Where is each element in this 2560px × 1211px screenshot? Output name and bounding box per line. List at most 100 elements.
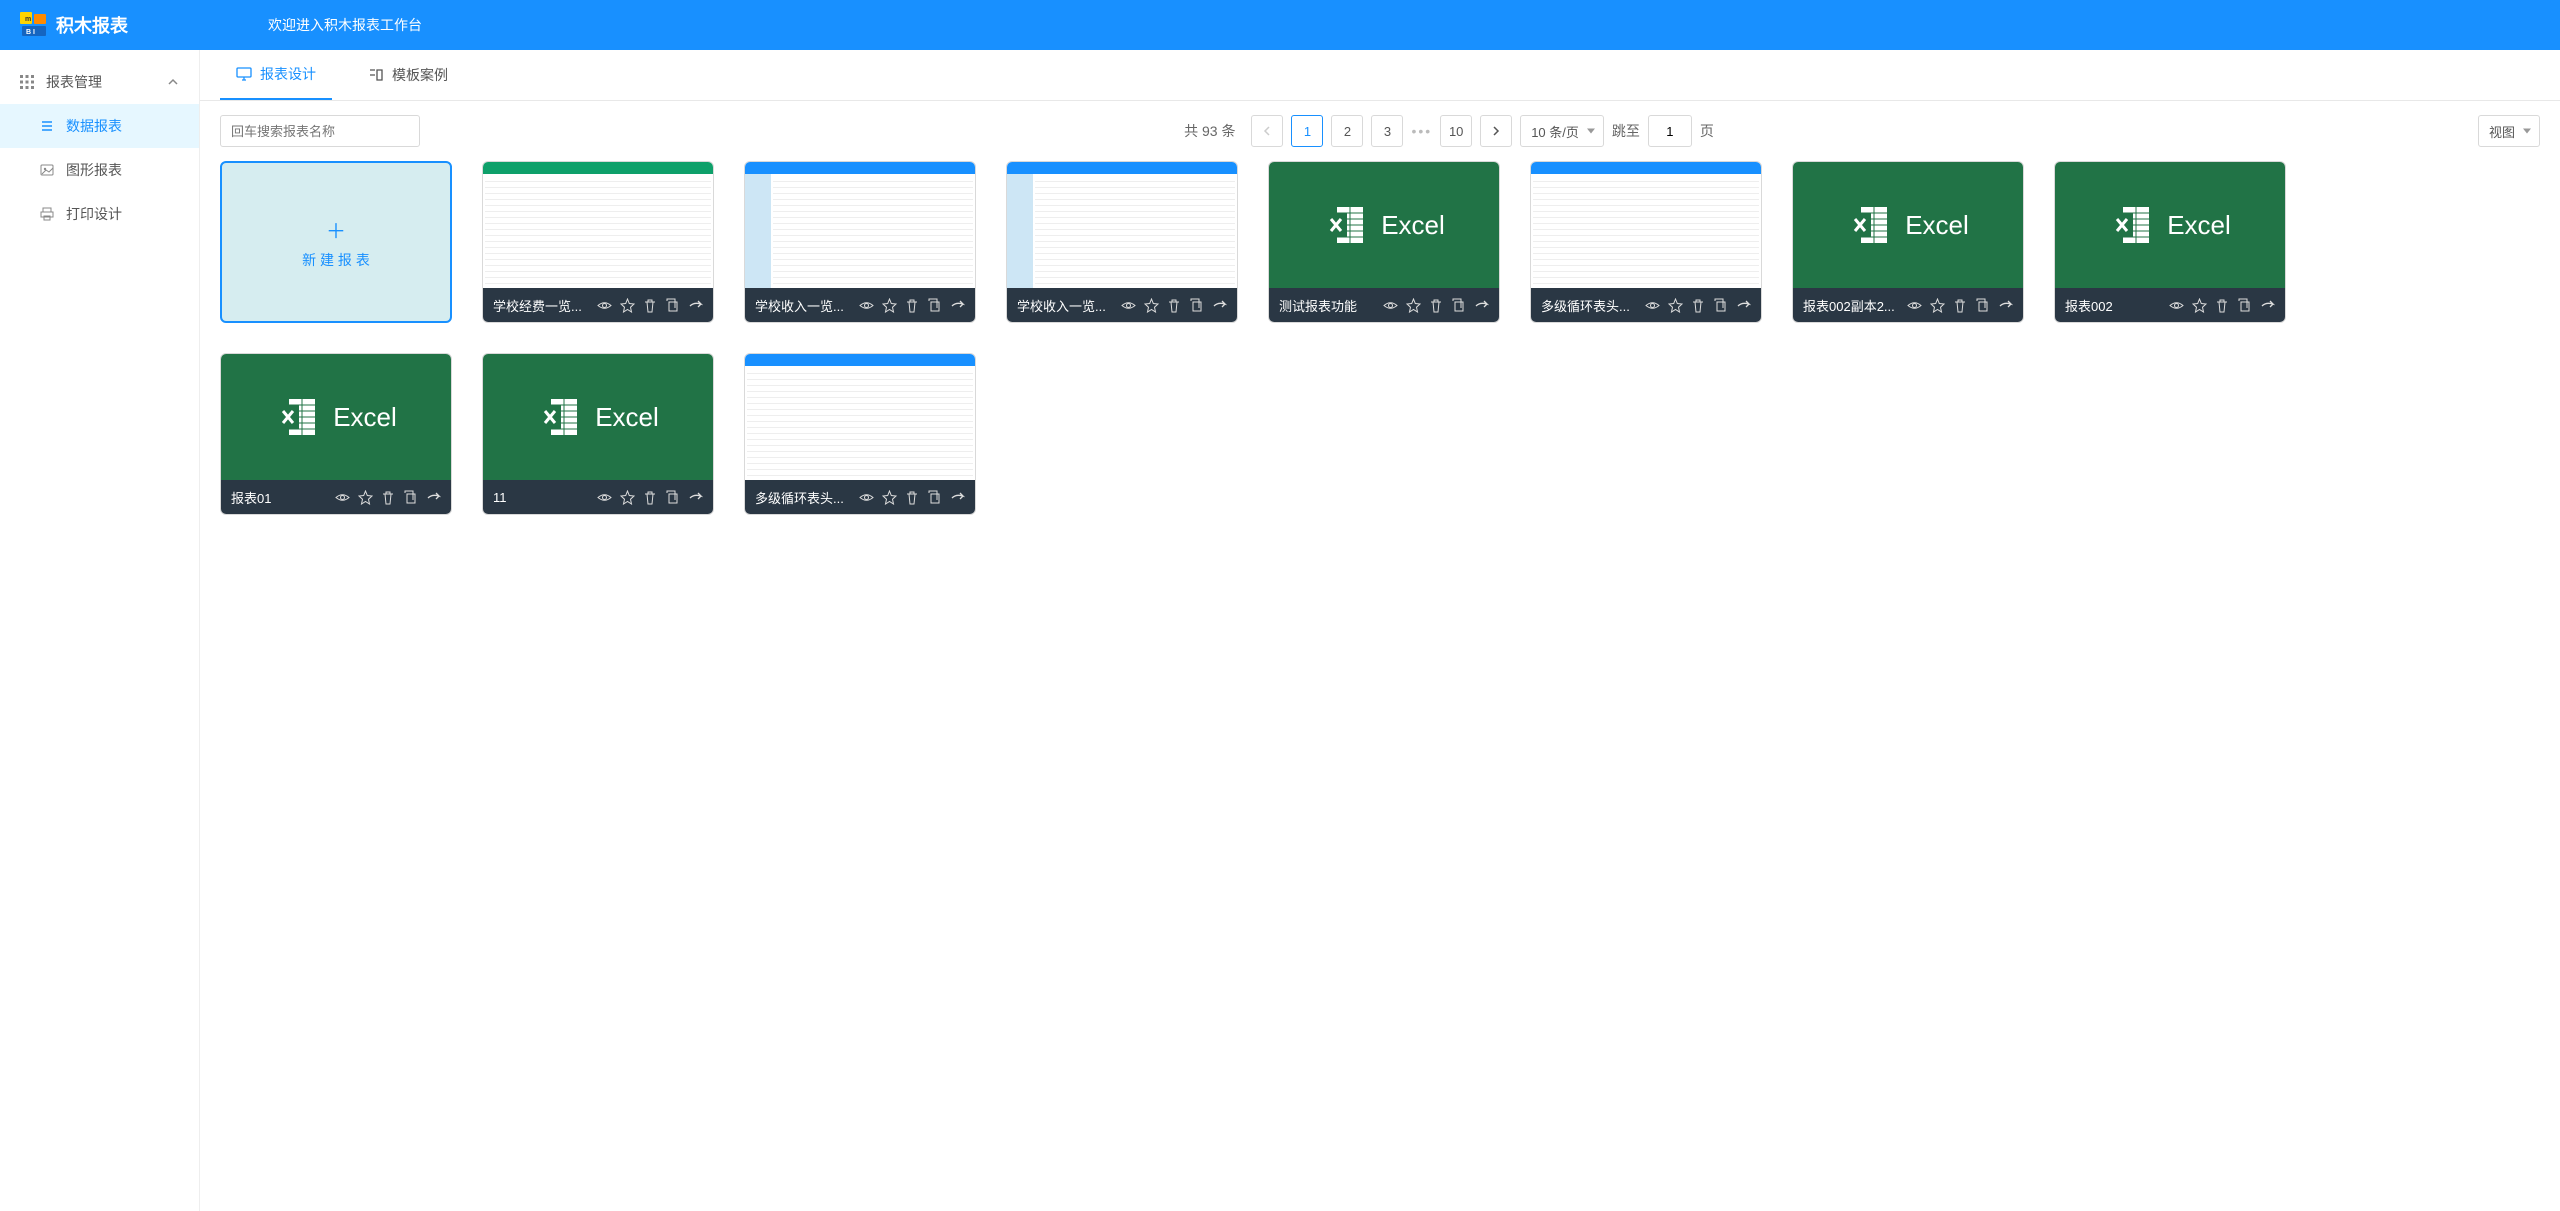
preview-icon[interactable] <box>1121 298 1136 313</box>
share-icon[interactable] <box>688 298 703 313</box>
page-size-select[interactable]: 10 条/页 <box>1520 115 1604 147</box>
sidebar-item-label: 图形报表 <box>66 160 122 180</box>
star-icon[interactable] <box>620 298 635 313</box>
delete-icon[interactable] <box>2215 298 2229 313</box>
card-thumbnail <box>745 354 975 480</box>
search-input[interactable] <box>220 115 420 147</box>
copy-icon[interactable] <box>665 490 680 505</box>
preview-icon[interactable] <box>335 490 350 505</box>
copy-icon[interactable] <box>665 298 680 313</box>
delete-icon[interactable] <box>1167 298 1181 313</box>
preview-icon[interactable] <box>597 298 612 313</box>
pager-prev[interactable] <box>1251 115 1283 147</box>
copy-icon[interactable] <box>1713 298 1728 313</box>
logo-icon: mB I <box>20 12 50 38</box>
star-icon[interactable] <box>358 490 373 505</box>
card-title: 报表002副本2... <box>1803 296 1907 315</box>
preview-icon[interactable] <box>1383 298 1398 313</box>
card-thumbnail: Excel <box>221 354 451 480</box>
pager-page-1[interactable]: 1 <box>1291 115 1323 147</box>
preview-icon[interactable] <box>1645 298 1660 313</box>
sidebar-item-data-report[interactable]: 数据报表 <box>0 104 199 148</box>
apps-icon <box>20 75 34 89</box>
preview-icon[interactable] <box>2169 298 2184 313</box>
pager-ellipsis: ••• <box>1411 123 1432 139</box>
sidebar-section-reports[interactable]: 报表管理 <box>0 60 199 104</box>
report-card[interactable]: 多级循环表头... <box>1530 161 1762 323</box>
delete-icon[interactable] <box>1429 298 1443 313</box>
report-card[interactable]: Excel 报表01 <box>220 353 452 515</box>
delete-icon[interactable] <box>1953 298 1967 313</box>
share-icon[interactable] <box>688 490 703 505</box>
copy-icon[interactable] <box>1189 298 1204 313</box>
view-select[interactable]: 视图 <box>2478 115 2540 147</box>
plus-icon: ＋ <box>326 215 346 244</box>
sidebar-item-chart-report[interactable]: 图形报表 <box>0 148 199 192</box>
preview-icon[interactable] <box>859 298 874 313</box>
image-icon <box>40 163 54 177</box>
preview-icon[interactable] <box>859 490 874 505</box>
pager-page-2[interactable]: 2 <box>1331 115 1363 147</box>
report-card[interactable]: 学校收入一览... <box>744 161 976 323</box>
report-card[interactable]: 学校经费一览... <box>482 161 714 323</box>
tab-template-examples[interactable]: 模板案例 <box>352 50 464 100</box>
card-thumbnail <box>483 162 713 288</box>
sidebar: 报表管理 数据报表 图形报表 打印设计 <box>0 50 200 1211</box>
copy-icon[interactable] <box>1975 298 1990 313</box>
card-thumbnail: Excel <box>2055 162 2285 288</box>
star-icon[interactable] <box>1406 298 1421 313</box>
pager-page-3[interactable]: 3 <box>1371 115 1403 147</box>
delete-icon[interactable] <box>1691 298 1705 313</box>
copy-icon[interactable] <box>1451 298 1466 313</box>
copy-icon[interactable] <box>403 490 418 505</box>
copy-icon[interactable] <box>927 298 942 313</box>
share-icon[interactable] <box>950 298 965 313</box>
card-footer: 11 <box>483 480 713 514</box>
jump-page-input[interactable] <box>1648 115 1692 147</box>
preview-icon[interactable] <box>597 490 612 505</box>
report-card[interactable]: Excel测试报表功能 <box>1268 161 1500 323</box>
pager-next[interactable] <box>1480 115 1512 147</box>
delete-icon[interactable] <box>643 298 657 313</box>
star-icon[interactable] <box>1668 298 1683 313</box>
share-icon[interactable] <box>426 490 441 505</box>
card-footer: 学校收入一览... <box>1007 288 1237 322</box>
delete-icon[interactable] <box>381 490 395 505</box>
share-icon[interactable] <box>950 490 965 505</box>
star-icon[interactable] <box>882 298 897 313</box>
new-report-card[interactable]: ＋ 新 建 报 表 <box>220 161 452 323</box>
preview-icon[interactable] <box>1907 298 1922 313</box>
share-icon[interactable] <box>1736 298 1751 313</box>
report-card[interactable]: 多级循环表头... <box>744 353 976 515</box>
report-card[interactable]: 学校收入一览... <box>1006 161 1238 323</box>
jump-suffix: 页 <box>1700 121 1714 141</box>
star-icon[interactable] <box>620 490 635 505</box>
sidebar-item-print-design[interactable]: 打印设计 <box>0 192 199 236</box>
report-card[interactable]: Excel11 <box>482 353 714 515</box>
card-title: 学校收入一览... <box>755 296 859 315</box>
pagination: 共 93 条 1 2 3 ••• 10 10 条/页 跳至 页 <box>1184 115 1714 147</box>
report-card[interactable]: Excel报表002 <box>2054 161 2286 323</box>
new-report-label: 新 建 报 表 <box>302 250 370 270</box>
delete-icon[interactable] <box>905 298 919 313</box>
tab-report-design[interactable]: 报表设计 <box>220 50 332 100</box>
card-thumbnail <box>745 162 975 288</box>
share-icon[interactable] <box>2260 298 2275 313</box>
sidebar-item-label: 数据报表 <box>66 116 122 136</box>
share-icon[interactable] <box>1998 298 2013 313</box>
copy-icon[interactable] <box>927 490 942 505</box>
share-icon[interactable] <box>1474 298 1489 313</box>
star-icon[interactable] <box>1144 298 1159 313</box>
card-title: 多级循环表头... <box>1541 296 1645 315</box>
star-icon[interactable] <box>2192 298 2207 313</box>
card-footer: 报表002 <box>2055 288 2285 322</box>
pager-page-last[interactable]: 10 <box>1440 115 1472 147</box>
star-icon[interactable] <box>882 490 897 505</box>
share-icon[interactable] <box>1212 298 1227 313</box>
delete-icon[interactable] <box>643 490 657 505</box>
copy-icon[interactable] <box>2237 298 2252 313</box>
delete-icon[interactable] <box>905 490 919 505</box>
star-icon[interactable] <box>1930 298 1945 313</box>
card-title: 报表01 <box>231 488 335 507</box>
report-card[interactable]: Excel报表002副本2... <box>1792 161 2024 323</box>
